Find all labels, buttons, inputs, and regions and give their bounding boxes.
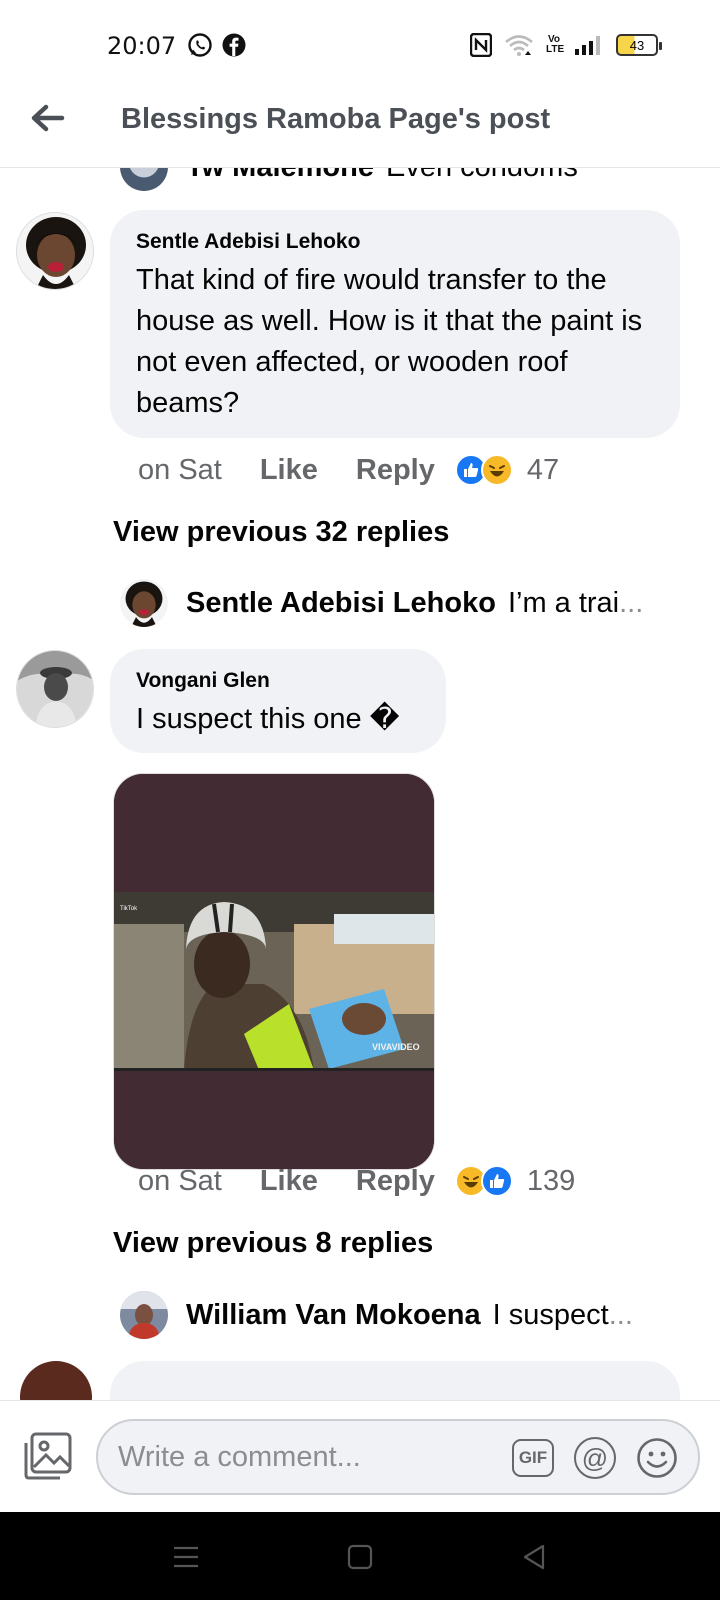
comment-bubble[interactable]: Sentle Adebisi Lehoko That kind of fire … [110,210,680,438]
back-arrow-icon[interactable] [28,98,68,138]
view-previous-replies[interactable]: View previous 8 replies [113,1227,433,1260]
comment-author[interactable]: Sentle Adebisi Lehoko [136,228,654,256]
battery-level: 43 [629,37,645,53]
home-icon[interactable] [345,1542,375,1572]
photo-icon[interactable] [22,1431,74,1481]
menu-icon[interactable] [171,1542,201,1572]
reaction-count[interactable]: 139 [527,1165,575,1198]
comment-bubble[interactable]: Vongani Glen I suspect this one � [110,649,446,753]
comment-author[interactable]: Vongani Glen [136,667,420,695]
comment-actions: on Sat Like Reply 47 [138,450,559,490]
comment-timestamp[interactable]: on Sat [138,454,222,487]
mention-button[interactable]: @ [574,1437,616,1479]
avatar[interactable] [120,168,168,191]
reaction-icons[interactable] [454,454,513,486]
comment-text: I suspect this one � [136,703,400,735]
avatar[interactable] [120,1291,168,1339]
signal-icon [575,36,600,55]
tiktok-watermark: TikTok [120,906,138,912]
status-time: 20:07 [107,32,177,60]
view-previous-replies[interactable]: View previous 32 replies [113,516,449,549]
avatar[interactable] [16,650,94,728]
emoji-icon[interactable] [636,1437,678,1479]
vivavideo-watermark: VIVAVIDEO [372,1042,420,1052]
wifi-icon [505,35,533,56]
volte-icon: Vo LTE [546,34,565,55]
comment-text: That kind of fire would transfer to the … [136,264,643,419]
latest-reply-row[interactable]: William Van Mokoena I suspect ... [120,1290,633,1340]
reply-author[interactable]: Sentle Adebisi Lehoko [186,587,496,620]
comment-composer: GIF @ [0,1400,720,1512]
reply-author[interactable]: William Van Mokoena [186,1299,481,1332]
status-right-icons: Vo LTE 43 [470,32,662,58]
page-title: Blessings Ramoba Page's post [121,103,551,135]
comment-bubble[interactable] [110,1361,680,1400]
latest-reply-row[interactable]: Sentle Adebisi Lehoko I’m a trai ... [120,578,643,628]
comment-actions: on Sat Like Reply 139 [138,1161,575,1201]
comment-timestamp[interactable]: on Sat [138,1165,222,1198]
comment-input[interactable] [118,1437,478,1477]
facebook-icon [222,33,246,57]
comment-video-thumbnail[interactable]: TikTok VIVAVIDEO [113,773,435,1170]
haha-reaction-icon [480,454,513,486]
reply-ellipsis: ... [608,1298,633,1331]
reply-snippet: I suspect [492,1298,609,1331]
comment-feed[interactable]: Tw Malemone Even condoms Sentle Adebisi … [0,168,720,1400]
back-icon[interactable] [519,1542,549,1572]
avatar[interactable] [16,212,94,290]
avatar-photo [17,651,93,727]
partial-reply-row[interactable]: Tw Malemone Even condoms [120,168,578,191]
battery-icon: 43 [616,34,662,56]
whatsapp-icon [188,33,212,57]
avatar[interactable] [120,579,168,627]
comment-input-container[interactable]: GIF @ [96,1419,700,1495]
avatar-photo [17,213,93,289]
reply-button[interactable]: Reply [356,1165,435,1198]
like-reaction-icon [480,1165,513,1197]
like-button[interactable]: Like [260,454,318,487]
reaction-icons[interactable] [454,1165,513,1197]
reply-snippet: Even condoms [386,168,578,184]
nfc-icon [470,33,492,57]
reply-button[interactable]: Reply [356,454,435,487]
reply-author[interactable]: Tw Malemone [186,168,374,184]
gif-button[interactable]: GIF [512,1439,554,1477]
reaction-count[interactable]: 47 [527,454,559,487]
system-nav-bar [0,1512,720,1600]
like-button[interactable]: Like [260,1165,318,1198]
avatar[interactable] [20,1361,92,1400]
status-bar: 20:07 Vo LTE 43 [0,0,720,90]
app-header: Blessings Ramoba Page's post [0,90,720,168]
reply-ellipsis: ... [619,586,644,619]
reply-snippet: I’m a trai [507,586,620,619]
video-frame [114,774,434,1169]
